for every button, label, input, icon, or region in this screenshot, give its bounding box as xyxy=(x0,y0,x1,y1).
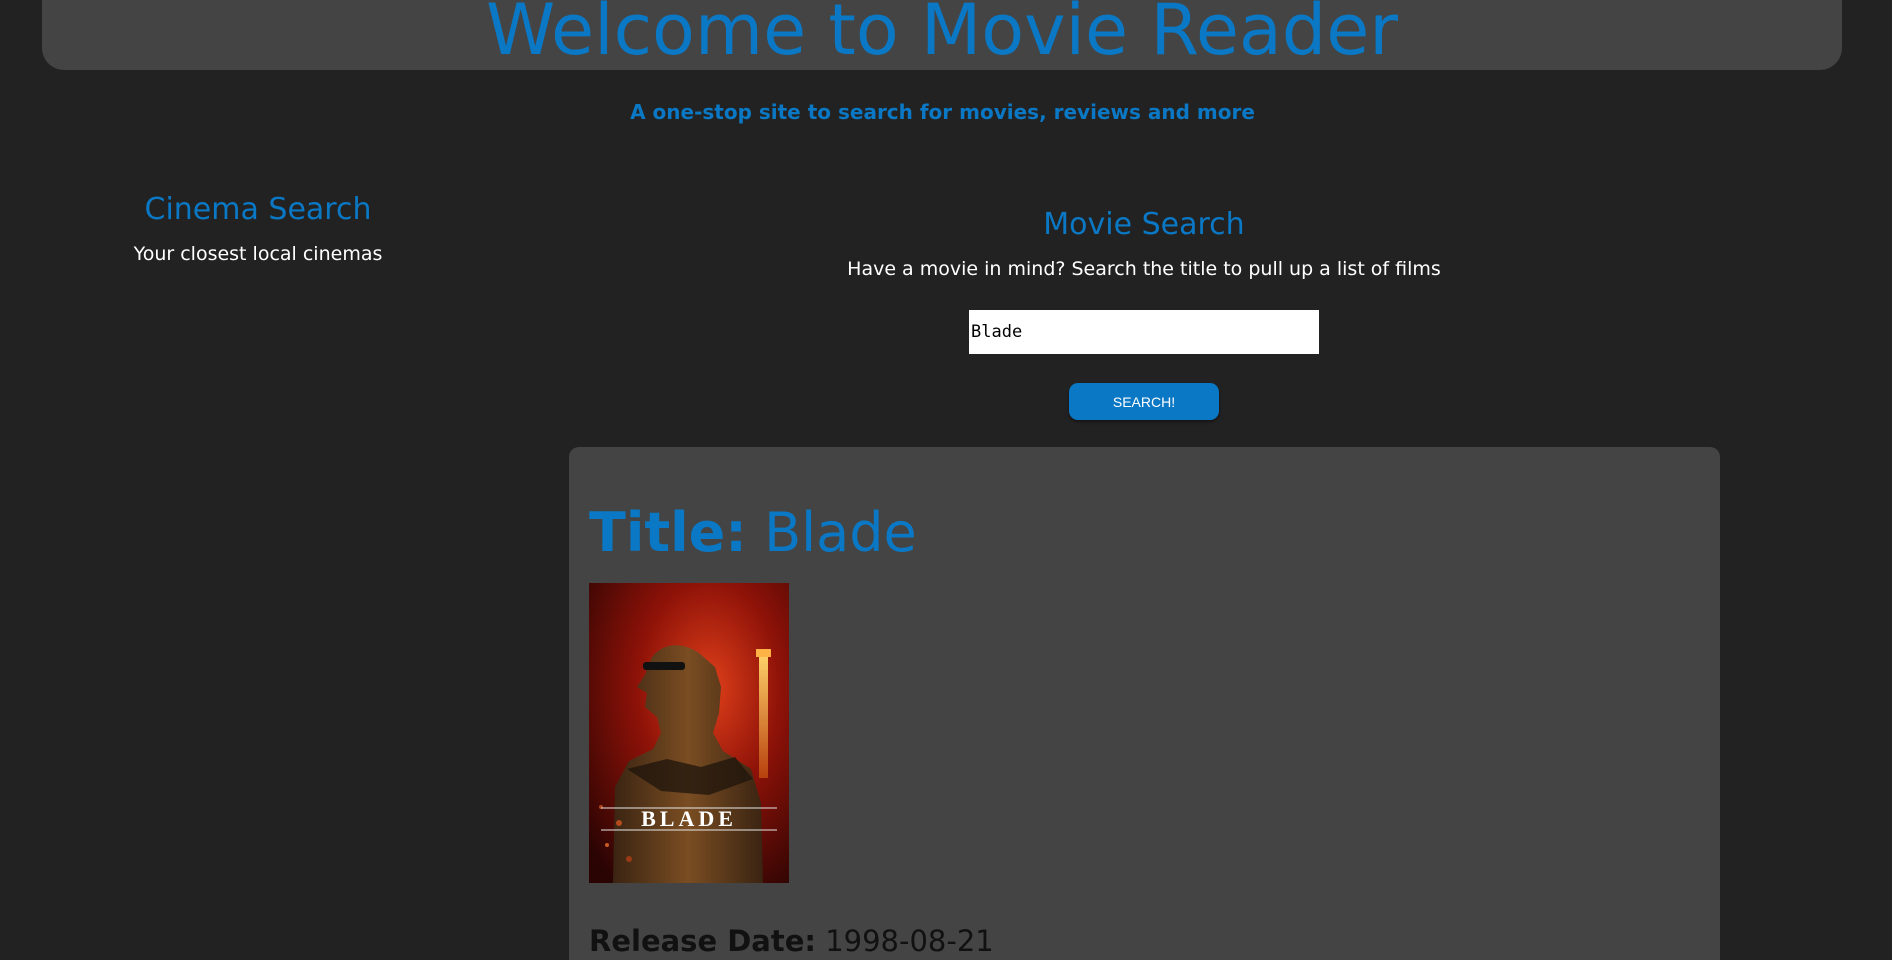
site-tagline: A one-stop site to search for movies, re… xyxy=(630,100,1255,124)
movie-search-section: Movie Search Have a movie in mind? Searc… xyxy=(724,207,1564,420)
movie-poster: BLADE xyxy=(589,583,789,883)
movie-search-subtitle: Have a movie in mind? Search the title t… xyxy=(847,258,1441,280)
release-date-value: 1998-08-21 xyxy=(825,924,994,958)
release-date-label: Release Date: xyxy=(589,924,816,958)
cinema-search-title: Cinema Search xyxy=(144,192,372,227)
movie-title-label: Title: xyxy=(589,501,747,564)
movie-title-heading: Title: Blade xyxy=(589,501,917,564)
site-header: Welcome to Movie Reader xyxy=(42,0,1842,70)
release-date: Release Date: 1998-08-21 xyxy=(589,924,994,958)
movie-title-value: Blade xyxy=(764,501,917,564)
poster-title-text: BLADE xyxy=(641,806,737,831)
cinema-search-section: Cinema Search Your closest local cinemas xyxy=(110,192,406,265)
search-button[interactable]: SEARCH! xyxy=(1069,383,1219,420)
movie-search-input[interactable] xyxy=(969,310,1319,354)
cinema-search-subtitle: Your closest local cinemas xyxy=(133,243,383,265)
page: Welcome to Movie Reader A one-stop site … xyxy=(0,0,1892,960)
site-title: Welcome to Movie Reader xyxy=(485,0,1399,70)
movie-result-card: Title: Blade BLADE Release Date: 1998-08… xyxy=(569,447,1720,960)
movie-search-title: Movie Search xyxy=(1043,207,1245,242)
